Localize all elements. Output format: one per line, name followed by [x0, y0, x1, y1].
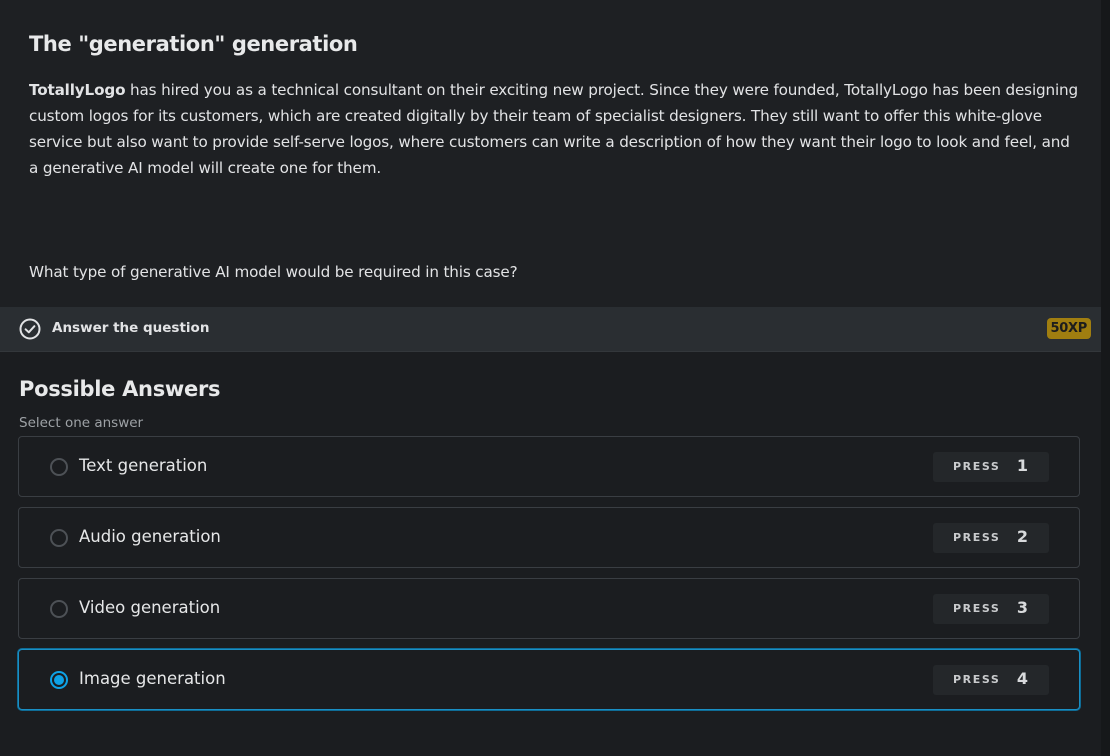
- possible-answers-heading: Possible Answers: [19, 377, 221, 401]
- scrollbar[interactable]: [1101, 0, 1110, 756]
- answer-option-label: Text generation: [79, 456, 208, 475]
- answer-option-label: Video generation: [79, 598, 221, 617]
- answer-the-question-label: Answer the question: [52, 320, 210, 336]
- radio-button[interactable]: [50, 458, 68, 476]
- company-name: TotallyLogo: [29, 81, 126, 99]
- keyboard-shortcut-hint: PRESS 1: [933, 452, 1049, 482]
- check-circle-icon: [19, 318, 41, 340]
- shortcut-key: 1: [1016, 456, 1028, 475]
- press-label: PRESS: [953, 460, 1001, 473]
- keyboard-shortcut-hint: PRESS 2: [933, 523, 1049, 553]
- radio-button[interactable]: [50, 529, 68, 547]
- answer-option-image-generation[interactable]: Image generation PRESS 4: [18, 649, 1080, 710]
- select-one-answer-hint: Select one answer: [19, 415, 144, 431]
- keyboard-shortcut-hint: PRESS 3: [933, 594, 1049, 624]
- keyboard-shortcut-hint: PRESS 4: [933, 665, 1049, 695]
- press-label: PRESS: [953, 673, 1001, 686]
- answer-option-text-generation[interactable]: Text generation PRESS 1: [18, 436, 1080, 497]
- radio-button[interactable]: [50, 600, 68, 618]
- description-text: has hired you as a technical consultant …: [29, 81, 1079, 177]
- press-label: PRESS: [953, 531, 1001, 544]
- shortcut-key: 4: [1016, 669, 1028, 688]
- exercise-header-bar: Answer the question 50XP: [0, 307, 1101, 352]
- question-text: What type of generative AI model would b…: [29, 263, 518, 281]
- exercise-title: The "generation" generation: [29, 32, 358, 56]
- context-panel: The "generation" generation TotallyLogo …: [0, 0, 1101, 307]
- answer-option-label: Audio generation: [79, 527, 221, 546]
- shortcut-key: 2: [1016, 527, 1028, 546]
- answer-option-video-generation[interactable]: Video generation PRESS 3: [18, 578, 1080, 639]
- answer-option-label: Image generation: [79, 669, 226, 688]
- answer-option-audio-generation[interactable]: Audio generation PRESS 2: [18, 507, 1080, 568]
- xp-badge: 50XP: [1046, 318, 1091, 339]
- exercise-description: TotallyLogo has hired you as a technical…: [29, 77, 1079, 181]
- radio-button-selected[interactable]: [50, 671, 68, 689]
- shortcut-key: 3: [1016, 598, 1028, 617]
- press-label: PRESS: [953, 602, 1001, 615]
